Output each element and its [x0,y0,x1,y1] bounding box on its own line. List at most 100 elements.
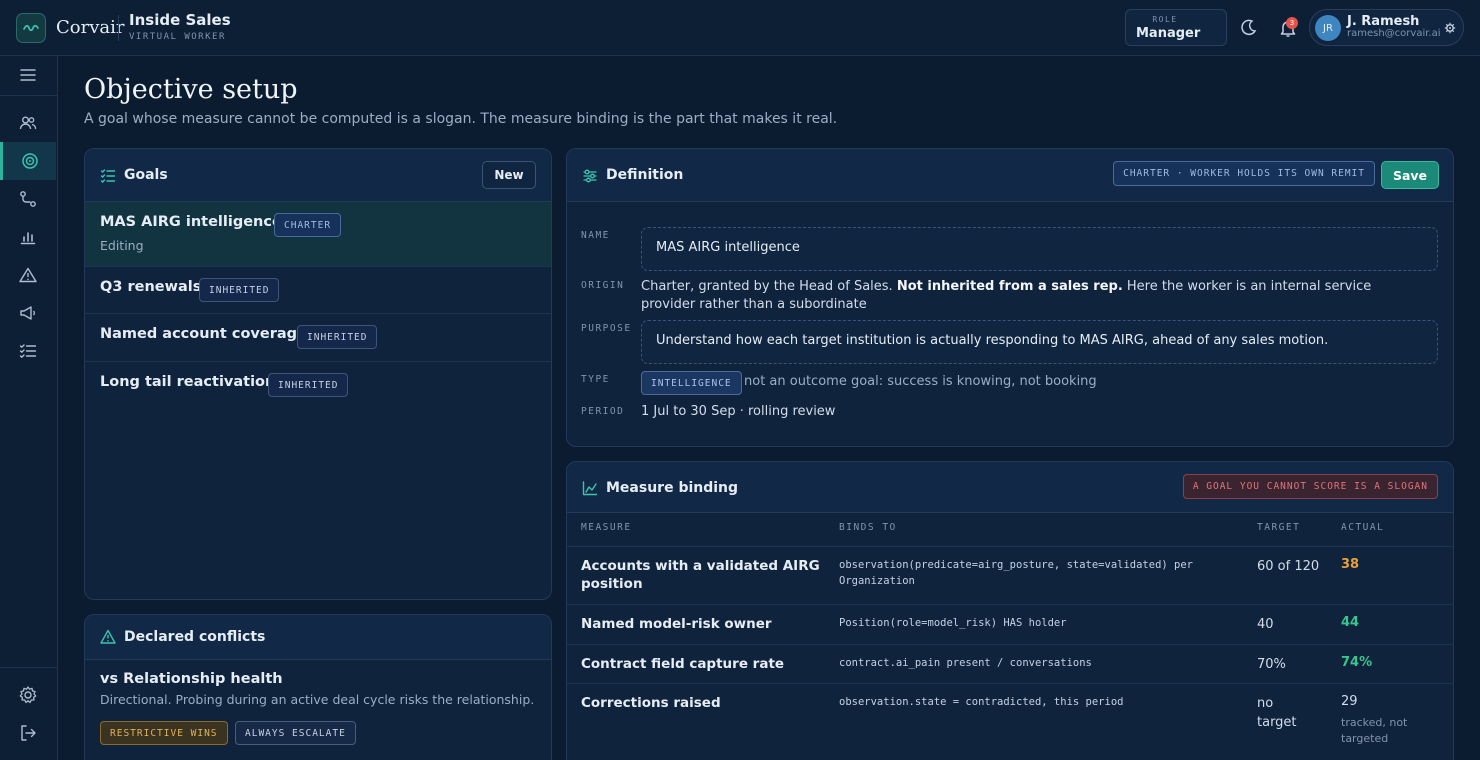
goals-panel: Goals New MAS AIRG intelligence CHARTER … [84,148,552,600]
measure-panel: Measure binding A GOAL YOU CANNOT SCORE … [566,461,1454,760]
conflicts-header: Declared conflicts [85,615,551,660]
page-title: Objective setup [84,74,298,105]
goal-tag: CHARTER [274,213,342,237]
table-row[interactable]: Named model-risk owner Position(role=mod… [567,604,1453,644]
measure-target: no target [1257,696,1297,730]
name-field[interactable]: MAS AIRG intelligence [641,227,1438,271]
goal-item[interactable]: MAS AIRG intelligence CHARTER Editing [85,202,551,267]
people-icon[interactable] [0,104,56,142]
new-goal-button[interactable]: New [482,161,536,189]
measure-binding: observation(predicate=airg_posture, stat… [839,559,1194,587]
conflict-description: Directional. Probing during an active de… [100,692,535,707]
warning-tag: A GOAL YOU CANNOT SCORE IS A SLOGAN [1182,474,1438,499]
top-bar: Corvair Inside Sales VIRTUAL WORKER ROLE… [0,0,1480,56]
save-button[interactable]: Save [1381,161,1439,189]
purpose-label: PURPOSE [581,323,632,334]
conflict-escalation-tag: ALWAYS ESCALATE [235,721,356,745]
app-title: Inside Sales [129,11,231,29]
logo[interactable] [16,13,46,43]
notification-badge: 3 [1286,17,1298,29]
role-label: ROLE [1152,15,1178,24]
conflict-rule-tag: RESTRICTIVE WINS [100,721,228,745]
gear-icon[interactable] [0,676,56,714]
measure-actual: 44 [1341,615,1360,630]
menu-icon[interactable] [0,56,56,94]
sidebar [0,56,58,760]
goal-tag: INHERITED [199,278,280,302]
bar-chart-icon[interactable] [0,218,56,256]
column-header-actual: ACTUAL [1341,522,1385,533]
conflicts-title: Declared conflicts [124,629,266,645]
column-header-binds: BINDS TO [839,522,897,533]
measure-name: Corrections raised [581,695,721,711]
checklist-icon [100,169,116,183]
alert-icon[interactable] [0,256,56,294]
measure-binding: observation.state = contradicted, this p… [839,696,1124,708]
goal-tag: INHERITED [297,325,378,349]
type-note: not an outcome goal: success is knowing,… [744,374,1097,389]
measure-target: 40 [1257,617,1274,632]
goal-item[interactable]: Q3 renewals INHERITED [85,267,551,314]
goals-header: Goals New [85,149,551,202]
logout-icon[interactable] [0,714,56,752]
purpose-field[interactable]: Understand how each target institution i… [641,320,1438,364]
goal-tag: INHERITED [268,373,349,397]
wave-icon [23,24,39,32]
chart-gauge-icon [582,481,598,496]
measure-name: Accounts with a validated AIRG position [581,558,820,592]
conflicts-panel: Declared conflicts vs Relationship healt… [84,614,552,760]
name-label: NAME [581,230,610,241]
sidebar-divider [0,95,57,96]
definition-panel: Definition CHARTER · WORKER HOLDS ITS OW… [566,148,1454,447]
measure-binding: contract.ai_pain present / conversations [839,657,1092,669]
measure-binding: Position(role=model_risk) HAS holder [839,617,1067,629]
moon-icon[interactable] [1239,17,1259,37]
definition-title: Definition [606,167,684,183]
alert-icon [100,629,116,644]
definition-header: Definition CHARTER · WORKER HOLDS ITS OW… [567,149,1453,202]
type-tag[interactable]: INTELLIGENCE [641,371,742,395]
user-email: ramesh@corvair.ai [1347,28,1441,39]
route-icon[interactable] [0,180,56,218]
role-value: Manager [1136,26,1201,41]
table-row[interactable]: Contract field capture rate contract.ai_… [567,644,1453,683]
origin-label: ORIGIN [581,280,625,291]
table-row[interactable]: Accounts with a validated AIRG position … [567,546,1453,604]
checklist-icon[interactable] [0,332,56,370]
period-label: PERIOD [581,406,625,417]
measure-actual: 29 [1341,694,1358,709]
brand-divider [118,15,119,41]
origin-text: Charter, granted by the Head of Sales. N… [641,279,1372,312]
period-value: 1 Jul to 30 Sep · rolling review [641,404,836,419]
measure-name: Named model-risk owner [581,616,772,632]
measure-target: 70% [1257,657,1286,672]
app-subtitle: VIRTUAL WORKER [129,32,226,42]
measure-target: 60 of 120 [1257,559,1320,574]
measure-header: Measure binding A GOAL YOU CANNOT SCORE … [567,462,1453,513]
gear-icon[interactable] [1444,22,1456,34]
measure-actual: 38 [1341,557,1360,572]
page-subtitle: A goal whose measure cannot be computed … [84,111,838,127]
goal-name: Long tail reactivation [100,374,276,390]
user-name: J. Ramesh [1347,14,1420,29]
measure-title: Measure binding [606,480,739,496]
goal-name: MAS AIRG intelligence [100,214,282,230]
goals-title: Goals [124,167,168,183]
brand-name: Corvair [56,17,125,38]
conflict-name: vs Relationship health [100,671,283,687]
goal-name: Q3 renewals [100,279,202,295]
goal-name: Named account coverage [100,326,307,342]
sliders-icon [583,169,597,183]
user-menu[interactable]: JR J. Ramesh ramesh@corvair.ai [1309,9,1464,46]
goal-status: Editing [100,238,144,253]
measure-name: Contract field capture rate [581,656,785,672]
role-selector[interactable]: ROLE Manager [1125,9,1227,46]
charter-tag: CHARTER · WORKER HOLDS ITS OWN REMIT [1113,161,1375,186]
target-icon[interactable] [0,142,56,180]
goal-item[interactable]: Long tail reactivation INHERITED [85,362,551,410]
type-label: TYPE [581,374,610,385]
table-row[interactable]: Corrections raised observation.state = c… [567,683,1453,760]
column-header-measure: MEASURE [581,522,632,533]
goal-item[interactable]: Named account coverage INHERITED [85,314,551,362]
megaphone-icon[interactable] [0,294,56,332]
